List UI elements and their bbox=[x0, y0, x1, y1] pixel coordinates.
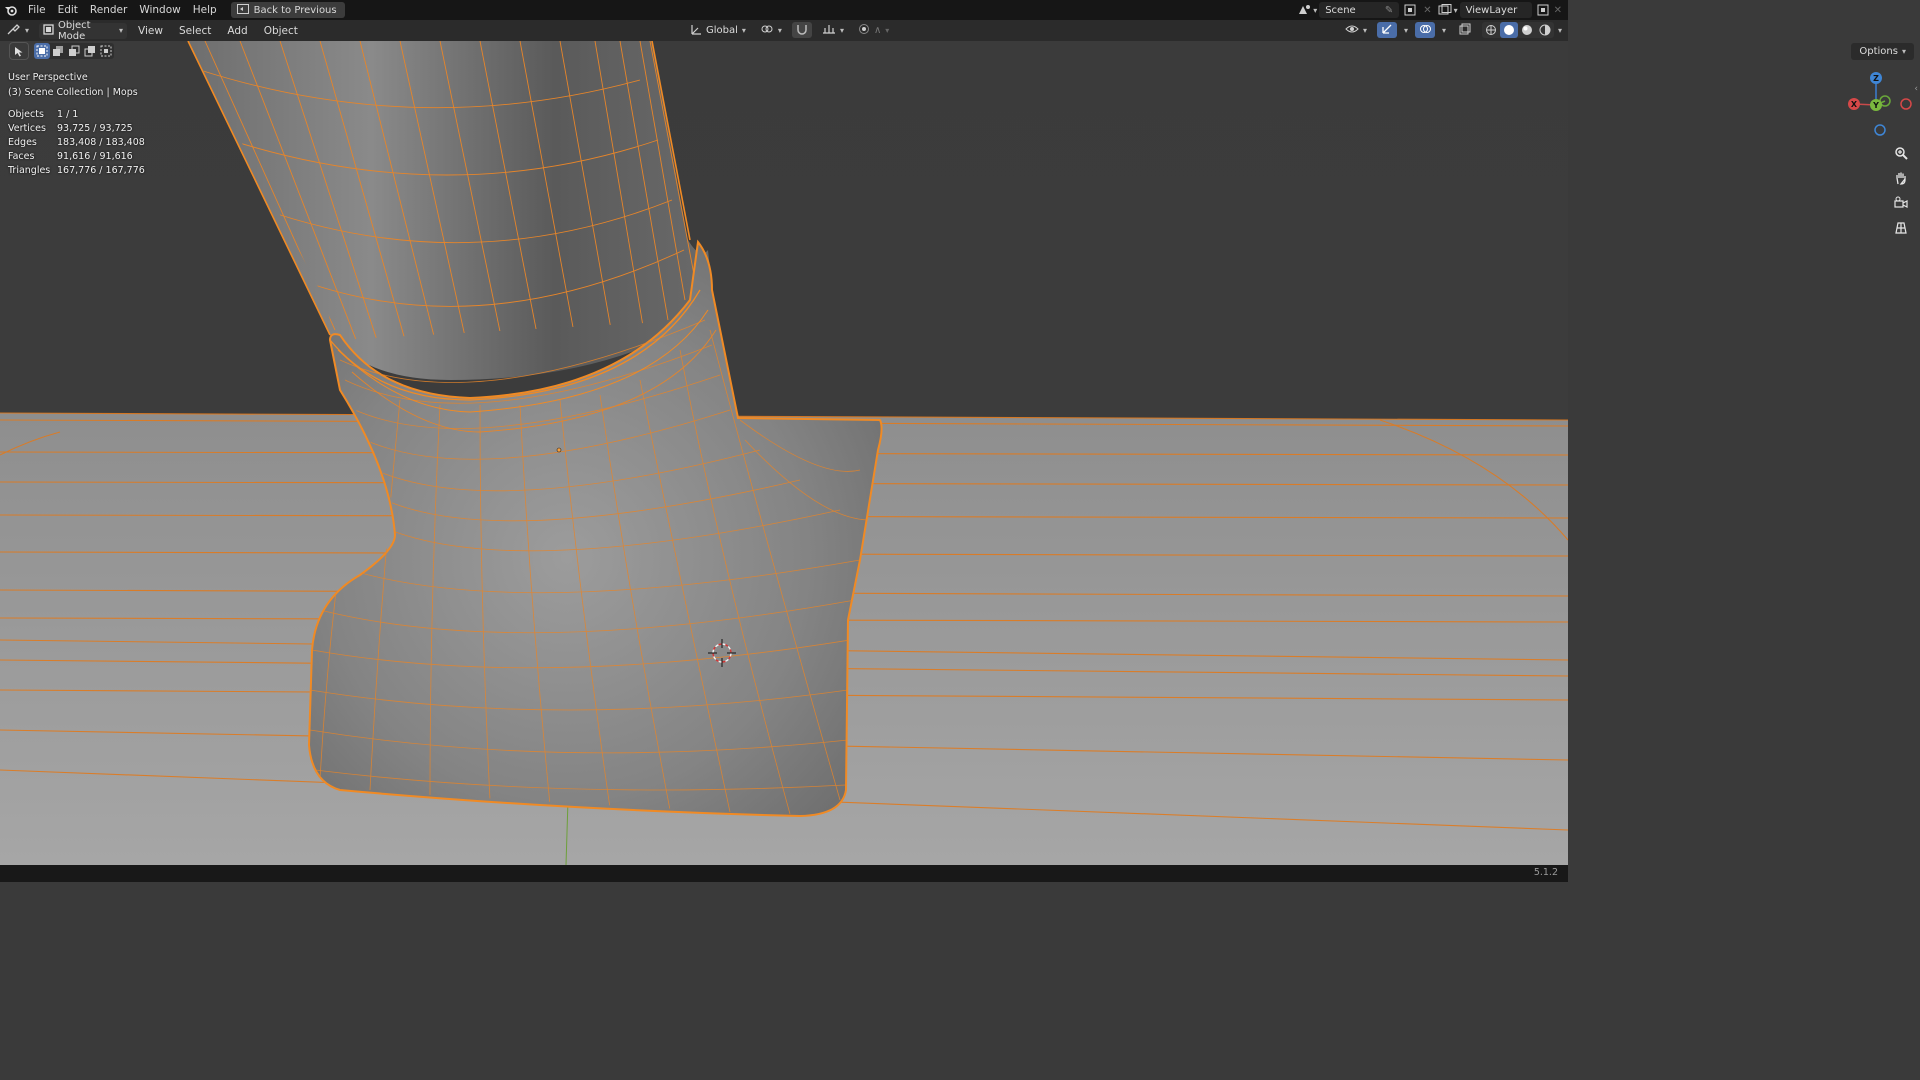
remove-view-layer-icon[interactable]: ✕ bbox=[1554, 5, 1562, 16]
pivot-dropdown[interactable]: ▾ bbox=[756, 22, 786, 38]
menu-edit[interactable]: Edit bbox=[52, 0, 84, 20]
select-invert-icon[interactable] bbox=[82, 43, 98, 59]
back-to-previous-button[interactable]: Back to Previous bbox=[230, 2, 345, 18]
menu-view[interactable]: View bbox=[130, 25, 171, 37]
pivot-icon bbox=[760, 23, 774, 38]
sidebar-toggle-icon[interactable]: ‹ bbox=[1914, 84, 1918, 94]
scene-statistics: Objects 1 / 1 Vertices 93,725 / 93,725 Edg… bbox=[8, 108, 145, 178]
shading-rendered-icon[interactable] bbox=[1536, 22, 1554, 38]
menu-help[interactable]: Help bbox=[187, 0, 223, 20]
navigation-gizmo[interactable]: Z X Y bbox=[1842, 68, 1912, 138]
pin-icon[interactable]: ✎ bbox=[1385, 5, 1393, 16]
transform-orientation-label: Global bbox=[706, 24, 738, 36]
back-icon bbox=[236, 3, 249, 17]
xray-icon bbox=[1459, 23, 1471, 38]
options-dropdown[interactable]: Options ▾ bbox=[1851, 43, 1914, 60]
blender-logo-icon[interactable] bbox=[0, 0, 22, 20]
snap-target-dropdown[interactable]: ▾ bbox=[818, 22, 848, 38]
stat-row: Edges 183,408 / 183,408 bbox=[8, 137, 145, 148]
gizmo-neg-x-axis[interactable] bbox=[1900, 98, 1912, 110]
new-view-layer-icon[interactable] bbox=[1534, 2, 1552, 18]
select-subtract-icon[interactable] bbox=[66, 43, 82, 59]
scene-field[interactable]: Scene ✎ bbox=[1319, 2, 1400, 18]
proportional-icon bbox=[858, 23, 870, 38]
xray-toggle[interactable] bbox=[1455, 22, 1475, 38]
stat-row: Vertices 93,725 / 93,725 bbox=[8, 123, 133, 134]
overlay-toggle[interactable] bbox=[1414, 22, 1435, 38]
view-layer-field[interactable]: ViewLayer bbox=[1459, 2, 1532, 18]
menu-add[interactable]: Add bbox=[219, 25, 255, 37]
object-mode-icon bbox=[43, 23, 54, 38]
select-tool-button[interactable] bbox=[9, 42, 29, 60]
overlay-caret-icon[interactable]: ▾ bbox=[1442, 26, 1446, 35]
gizmo-icon bbox=[1381, 23, 1393, 38]
top-menu-bar: File Edit Render Window Help Back to Pre… bbox=[0, 0, 1568, 20]
stat-row: Objects 1 / 1 bbox=[8, 109, 79, 120]
selection-mode-group bbox=[34, 43, 114, 59]
new-scene-icon[interactable] bbox=[1401, 2, 1419, 18]
snap-target-icon bbox=[822, 23, 836, 38]
gizmo-caret-icon[interactable]: ▾ bbox=[1404, 26, 1408, 35]
menu-render[interactable]: Render bbox=[84, 0, 133, 20]
snap-icon bbox=[796, 23, 808, 38]
visibility-icon bbox=[1345, 23, 1359, 38]
stat-row: Faces 91,616 / 91,616 bbox=[8, 151, 133, 162]
menu-select[interactable]: Select bbox=[171, 25, 219, 37]
view-layer-caret-icon: ▾ bbox=[1453, 5, 1458, 15]
scene-icon[interactable] bbox=[1295, 2, 1313, 18]
gizmo-neg-z-axis[interactable] bbox=[1874, 124, 1886, 136]
back-to-previous-label: Back to Previous bbox=[253, 4, 337, 16]
pan-icon[interactable] bbox=[1890, 167, 1912, 188]
gizmo-x-label: X bbox=[1851, 100, 1858, 109]
shading-material-icon[interactable] bbox=[1518, 22, 1536, 38]
overlay-icon bbox=[1419, 23, 1431, 38]
viewport-info-overlay: User Perspective (3) Scene Collection | … bbox=[8, 70, 138, 100]
remove-scene-icon[interactable]: ✕ bbox=[1423, 5, 1431, 16]
camera-icon[interactable] bbox=[1890, 192, 1912, 213]
proportional-toggle[interactable]: ∧ ▾ bbox=[854, 22, 893, 38]
view-layer-name: ViewLayer bbox=[1465, 4, 1518, 16]
visibility-dropdown[interactable]: ▾ bbox=[1341, 22, 1371, 38]
snap-toggle[interactable] bbox=[791, 22, 812, 38]
status-bar: 5.1.2 bbox=[0, 865, 1568, 882]
viewport-canvas[interactable] bbox=[0, 41, 1568, 865]
view-layer-icon[interactable] bbox=[1436, 2, 1454, 18]
shading-group bbox=[1481, 22, 1554, 38]
viewport-header: ▾ Object Mode ▾ View Select Add Object G… bbox=[0, 19, 1568, 42]
gizmo-toggle[interactable] bbox=[1376, 22, 1397, 38]
editor-type-dropdown[interactable]: ▾ bbox=[3, 23, 33, 39]
collection-label: (3) Scene Collection | Mops bbox=[8, 87, 138, 98]
shading-caret-icon[interactable]: ▾ bbox=[1558, 26, 1562, 35]
falloff-icon[interactable]: ∧ bbox=[874, 25, 881, 36]
3d-viewport[interactable] bbox=[0, 41, 1568, 865]
scene-caret-icon: ▾ bbox=[1313, 5, 1318, 15]
mode-dropdown[interactable]: Object Mode ▾ bbox=[39, 19, 128, 42]
perspective-label: User Perspective bbox=[8, 72, 88, 83]
mode-label: Object Mode bbox=[58, 19, 91, 42]
shading-wire-icon[interactable] bbox=[1482, 22, 1500, 38]
select-box-icon[interactable] bbox=[34, 43, 50, 59]
tool-settings-row bbox=[9, 42, 114, 60]
global-icon bbox=[690, 23, 702, 38]
shading-solid-icon[interactable] bbox=[1499, 22, 1518, 38]
menu-file[interactable]: File bbox=[22, 0, 52, 20]
select-intersect-icon[interactable] bbox=[98, 43, 114, 59]
grid-icon[interactable] bbox=[1890, 217, 1912, 238]
transform-orientation-dropdown[interactable]: Global ▾ bbox=[686, 22, 750, 38]
menu-window[interactable]: Window bbox=[133, 0, 186, 20]
navigation-buttons bbox=[1890, 142, 1912, 238]
stat-row: Triangles 167,776 / 167,776 bbox=[8, 165, 145, 176]
scene-name: Scene bbox=[1325, 4, 1356, 16]
editor-type-icon bbox=[7, 23, 21, 38]
gizmo-z-label: Z bbox=[1873, 74, 1879, 83]
version-label: 5.1.2 bbox=[1533, 867, 1558, 878]
zoom-icon[interactable] bbox=[1890, 142, 1912, 163]
gizmo-y-label: Y bbox=[1872, 101, 1879, 110]
options-label: Options bbox=[1859, 46, 1898, 57]
select-extend-icon[interactable] bbox=[50, 43, 66, 59]
menu-object[interactable]: Object bbox=[256, 25, 306, 37]
